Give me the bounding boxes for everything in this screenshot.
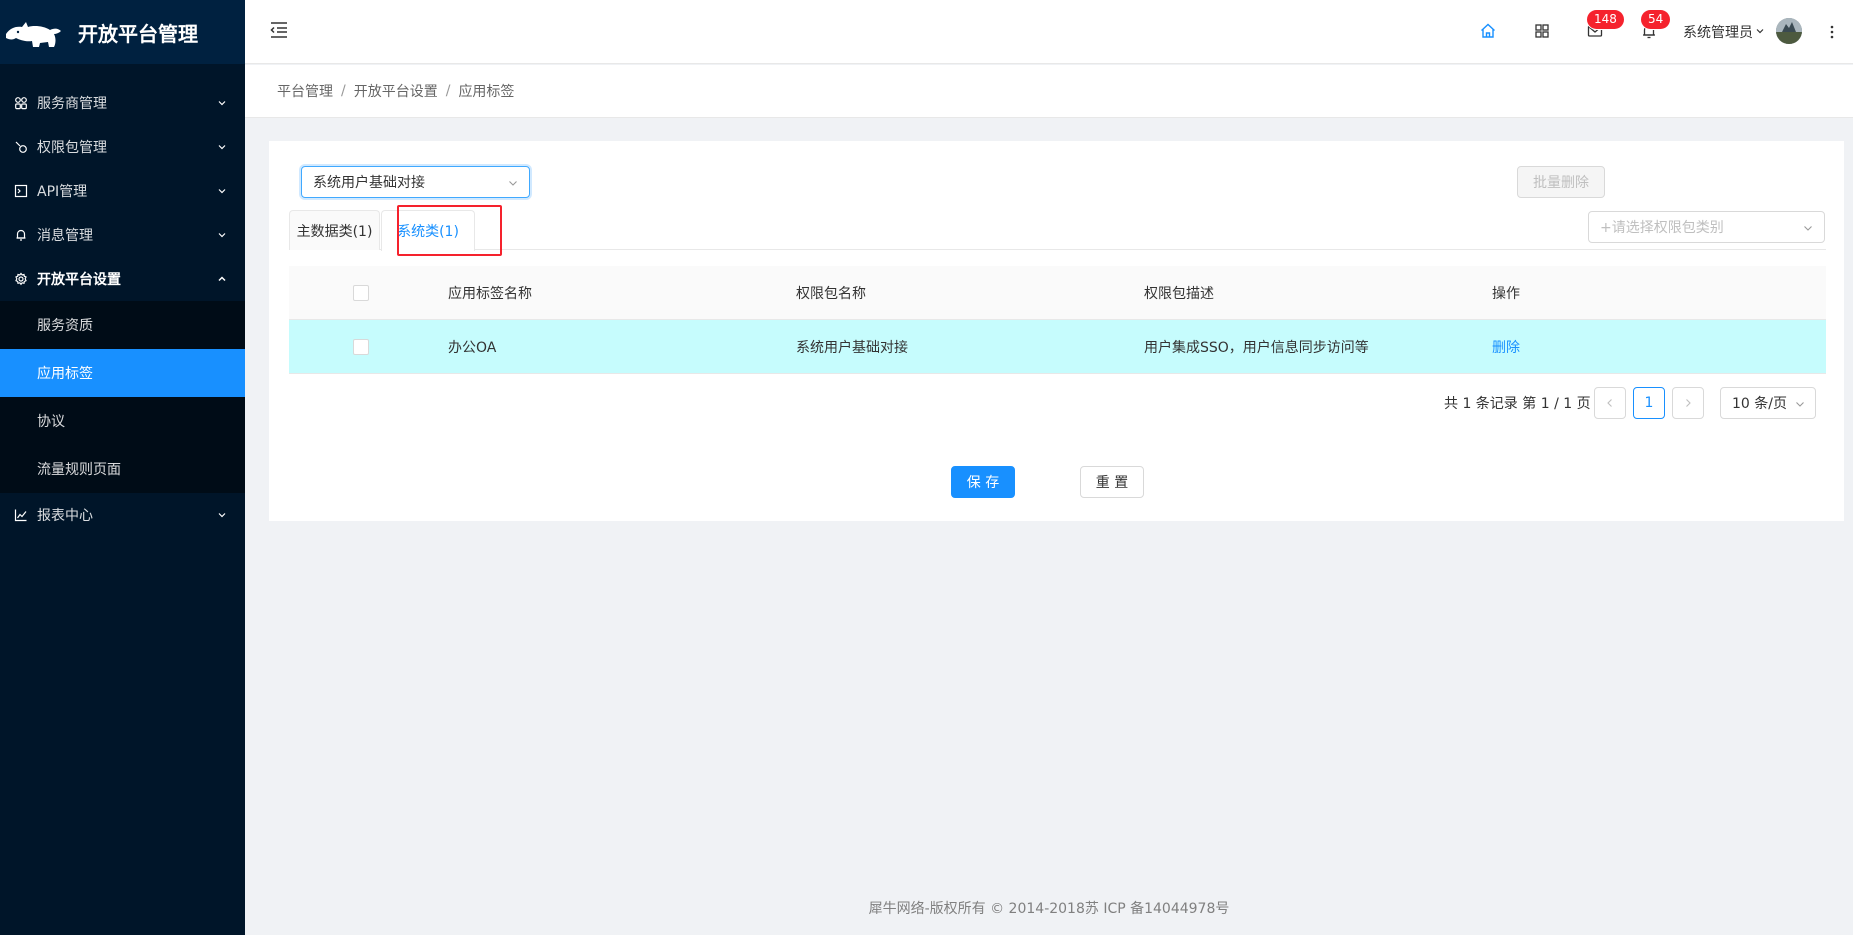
notification-count-badge: 54 [1641,10,1671,29]
avatar[interactable] [1776,18,1802,44]
line-chart-icon [13,507,29,523]
tab-master-data[interactable]: 主数据类(1) [289,210,380,250]
batch-delete-button[interactable]: 批量删除 [1517,166,1605,198]
column-header: 应用标签名称 [448,286,532,302]
chevron-down-icon[interactable] [1755,26,1765,36]
chevron-down-icon [218,189,226,194]
chevron-right-icon [1686,399,1691,407]
chevron-down-icon [218,233,226,238]
breadcrumb: 平台管理 / 开放平台设置 / 应用标签 [245,65,1853,118]
mail-count-badge: 148 [1587,10,1624,29]
sidebar-subitem-service-qualification[interactable]: 服务资质 [0,301,245,349]
table-header: 应用标签名称 权限包名称 权限包描述 操作 [289,266,1826,320]
sidebar-item-label: 消息管理 [37,228,93,244]
sidebar-subitem-traffic-rules[interactable]: 流量规则页面 [0,445,245,493]
permission-package-select[interactable]: 系统用户基础对接 [301,166,530,198]
save-button[interactable]: 保 存 [951,466,1015,498]
column-header: 操作 [1492,286,1520,302]
sidebar-item-label: 报表中心 [37,508,93,524]
chevron-down-icon [1804,226,1812,231]
page-size-select[interactable]: 10 条/页 [1720,387,1816,419]
partners-icon [13,95,29,111]
chevron-down-icon [218,101,226,106]
sidebar-subitem-agreement[interactable]: 协议 [0,397,245,445]
sidebar-item-label: 服务商管理 [37,96,107,112]
apps-grid-icon[interactable] [1533,22,1551,40]
breadcrumb-separator: / [341,83,346,99]
top-header: 148 54 系统管理员 [245,0,1853,64]
sidebar-item-label: 权限包管理 [37,140,107,156]
column-header: 权限包名称 [796,286,866,302]
prev-page-button[interactable] [1594,387,1626,419]
page-number-button[interactable]: 1 [1633,387,1665,419]
home-icon[interactable] [1479,22,1497,40]
chevron-up-icon [218,276,226,282]
more-vertical-icon[interactable] [1829,22,1835,42]
sidebar-item-api[interactable]: API管理 [0,169,245,213]
row-select-cell [353,320,369,374]
gear-icon [13,271,29,287]
user-name[interactable]: 系统管理员 [1683,22,1753,42]
delete-link[interactable]: 删除 [1492,320,1520,374]
sidebar-subitem-app-tags[interactable]: 应用标签 [0,349,245,397]
chevron-down-icon [218,145,226,150]
select-all-cell [353,266,369,320]
cell-tag-name: 办公OA [448,340,497,356]
api-icon [13,183,29,199]
tab-system[interactable]: 系统类(1) [381,210,475,251]
sidebar-item-messages[interactable]: 消息管理 [0,213,245,257]
content-card: 系统用户基础对接 批量删除 主数据类(1) 系统类(1) +请选择权限包类别 应… [269,141,1844,521]
app-tags-table: 应用标签名称 权限包名称 权限包描述 操作 办公OA 系统用户基础对接 用户集成… [289,266,1826,374]
column-header: 权限包描述 [1144,286,1214,302]
cell-package-name: 系统用户基础对接 [796,340,908,356]
rhino-logo-icon [6,22,61,47]
logo[interactable]: 开放平台管理 [0,0,245,64]
sidebar-item-reports[interactable]: 报表中心 [0,493,245,537]
sidebar-item-service-providers[interactable]: 服务商管理 [0,81,245,125]
chevron-down-icon [218,513,226,518]
chevron-down-icon [509,181,517,186]
row-checkbox[interactable] [353,339,369,355]
menu-fold-icon[interactable] [269,20,289,40]
sidebar: 开放平台管理 服务商管理 权限包管理 API管理 消息管理 开放平台设置 服务资… [0,0,245,935]
page-size-value: 10 条/页 [1732,396,1787,412]
app-title: 开放平台管理 [78,21,198,46]
copyright-footer: 犀牛网络-版权所有 © 2014-2018苏 ICP 备14044978号 [868,901,1230,917]
sidebar-item-label: API管理 [37,184,88,200]
permission-package-icon [13,139,29,155]
sidebar-item-label: 开放平台设置 [37,272,121,288]
sidebar-item-open-platform-settings[interactable]: 开放平台设置 [0,257,245,301]
select-placeholder: +请选择权限包类别 [1600,220,1724,236]
bell-icon [13,227,29,243]
breadcrumb-separator: / [445,83,451,99]
package-category-select[interactable]: +请选择权限包类别 [1588,211,1825,243]
sidebar-item-permission-packages[interactable]: 权限包管理 [0,125,245,169]
select-all-checkbox[interactable] [353,285,369,301]
breadcrumb-item[interactable]: 开放平台设置 [354,81,438,101]
cell-description: 用户集成SSO，用户信息同步访问等 [1144,340,1369,356]
reset-button[interactable]: 重 置 [1080,466,1144,498]
select-value: 系统用户基础对接 [313,175,425,191]
pagination-summary: 共 1 条记录 第 1 / 1 页 [1444,396,1591,412]
chevron-left-icon [1607,399,1612,407]
breadcrumb-item-current: 应用标签 [458,84,515,100]
breadcrumb-item[interactable]: 平台管理 [277,81,333,101]
table-row[interactable]: 办公OA 系统用户基础对接 用户集成SSO，用户信息同步访问等 删除 [289,320,1826,374]
next-page-button[interactable] [1672,387,1704,419]
submenu-open-platform-settings: 服务资质 应用标签 协议 流量规则页面 [0,301,245,493]
chevron-down-icon [1796,402,1804,407]
